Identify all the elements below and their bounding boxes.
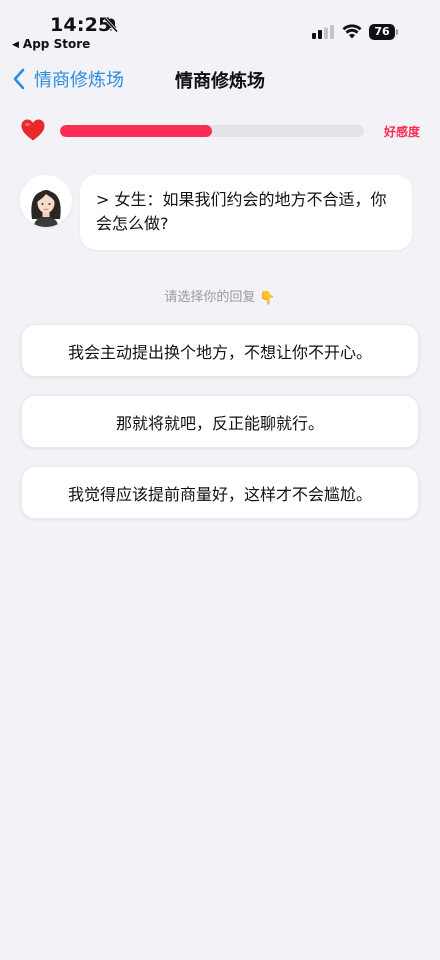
cellular-signal-icon (312, 25, 334, 39)
reply-option-2[interactable]: 那就将就吧，反正能聊就行。 (21, 395, 419, 448)
reply-options: 我会主动提出换个地方，不想让你不开心。 那就将就吧，反正能聊就行。 我觉得应该提… (21, 324, 419, 537)
navigation-bar: 情商修炼场 情商修炼场 (0, 58, 440, 100)
reply-option-3[interactable]: 我觉得应该提前商量好，这样才不会尴尬。 (21, 466, 419, 519)
favor-meter: 好感度 (20, 116, 420, 146)
favor-progress-fill (60, 125, 212, 137)
favor-label: 好感度 (383, 125, 420, 139)
wifi-icon (342, 24, 362, 39)
message-bubble: > 女生：如果我们约会的地方不合适，你会怎么做? (80, 175, 412, 250)
pointing-down-icon: 👇 (259, 291, 276, 306)
heart-icon (21, 119, 45, 141)
reply-prompt: 请选择你的回复 👇 (0, 286, 440, 306)
battery-cap (396, 29, 398, 35)
battery-icon: 76 (369, 24, 395, 40)
back-triangle-icon: ◀ (12, 40, 19, 50)
status-bar: 14:25 ◀ App Store 76 (0, 0, 440, 56)
back-app-label: App Store (22, 37, 91, 51)
back-to-app-store[interactable]: ◀ App Store (12, 37, 90, 51)
page-title: 情商修炼场 (175, 71, 265, 92)
avatar (20, 175, 72, 227)
reply-option-1[interactable]: 我会主动提出换个地方，不想让你不开心。 (21, 324, 419, 377)
woman-avatar-icon (20, 175, 72, 227)
favor-progress-track (60, 125, 364, 137)
bell-slash-icon (103, 17, 119, 33)
reply-prompt-text: 请选择你的回复 (164, 290, 256, 305)
